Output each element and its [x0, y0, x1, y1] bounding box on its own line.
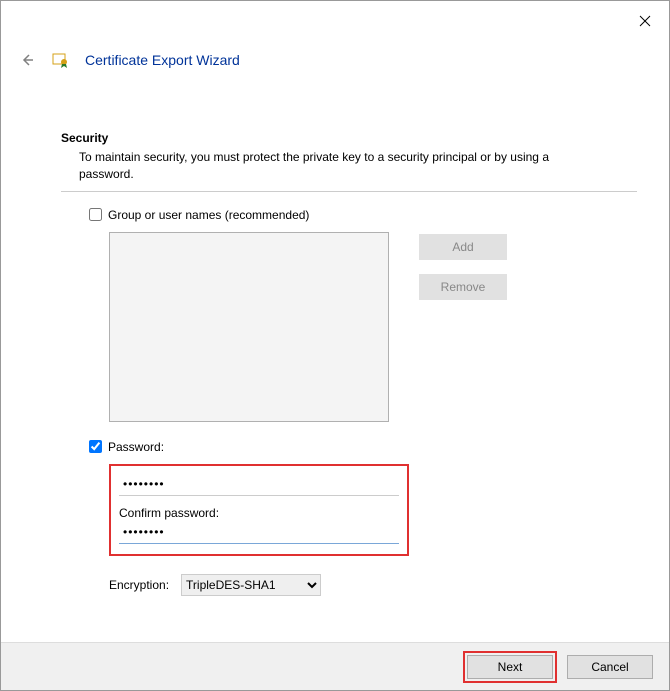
section-description: To maintain security, you must protect t…: [79, 149, 599, 183]
confirm-password-label: Confirm password:: [119, 506, 399, 520]
certificate-icon: [51, 51, 69, 69]
group-names-row[interactable]: Group or user names (recommended): [89, 208, 637, 222]
encryption-label: Encryption:: [109, 578, 169, 592]
back-arrow-icon: [20, 53, 34, 67]
section-title: Security: [61, 131, 637, 145]
next-button[interactable]: Next: [467, 655, 553, 679]
confirm-password-input[interactable]: [119, 522, 399, 544]
password-label: Password:: [108, 440, 164, 454]
encryption-select[interactable]: TripleDES-SHA1: [181, 574, 321, 596]
group-names-checkbox[interactable]: [89, 208, 102, 221]
cancel-button[interactable]: Cancel: [567, 655, 653, 679]
add-button: Add: [419, 234, 507, 260]
close-button[interactable]: [633, 9, 657, 33]
password-input[interactable]: [119, 474, 399, 496]
password-checkbox[interactable]: [89, 440, 102, 453]
password-row[interactable]: Password:: [89, 440, 637, 454]
next-highlight: Next: [463, 651, 557, 683]
group-names-list: [109, 232, 389, 422]
remove-button: Remove: [419, 274, 507, 300]
divider: [61, 191, 637, 192]
footer: Next Cancel: [1, 642, 669, 690]
wizard-title: Certificate Export Wizard: [85, 52, 240, 68]
close-icon: [639, 15, 651, 27]
password-highlight: Confirm password:: [109, 464, 409, 556]
group-names-label: Group or user names (recommended): [108, 208, 309, 222]
back-button[interactable]: [19, 52, 35, 68]
